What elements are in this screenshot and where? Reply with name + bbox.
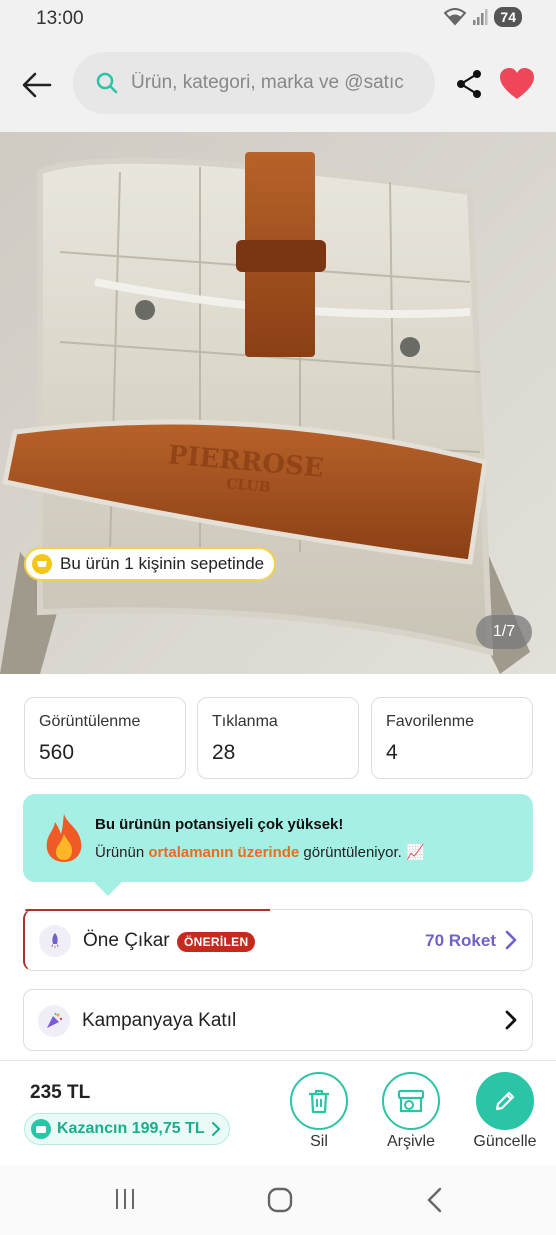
- campaign-icon: [38, 1005, 70, 1037]
- feature-row-accent: [25, 909, 270, 911]
- trash-icon: [309, 1089, 329, 1114]
- wifi-icon: [444, 8, 467, 26]
- search-placeholder: Ürün, kategori, marka ve @satıc: [131, 72, 404, 93]
- chevron-right-icon: [505, 930, 517, 950]
- recents-icon[interactable]: [113, 1187, 137, 1211]
- battery-indicator: 74: [494, 7, 522, 27]
- product-image[interactable]: PIERROSE CLUB Bu ürün 1 kişinin sepetind…: [0, 132, 556, 674]
- feature-product-row[interactable]: Öne Çıkar ÖNERİLEN 70 Roket: [23, 909, 533, 971]
- earnings-pill[interactable]: Kazancın 199,75 TL: [24, 1113, 230, 1145]
- banner-pointer: [92, 880, 124, 896]
- image-page-counter: 1/7: [476, 615, 532, 649]
- top-bar: Ürün, kategori, marka ve @satıc: [0, 38, 556, 132]
- potential-text-before: Ürünün: [95, 844, 149, 861]
- wallet-icon: [31, 1119, 51, 1139]
- delete-label: Sil: [310, 1133, 328, 1150]
- archive-icon: [397, 1089, 425, 1113]
- stat-value: 28: [212, 741, 236, 764]
- back-arrow-icon[interactable]: [20, 68, 54, 102]
- stat-card-clicks: Tıklanma 28: [197, 697, 359, 779]
- potential-banner: Bu ürünün potansiyeli çok yüksek! Ürünün…: [23, 794, 533, 882]
- recommended-badge: ÖNERİLEN: [177, 932, 256, 952]
- search-input[interactable]: Ürün, kategori, marka ve @satıc: [73, 52, 435, 114]
- fire-icon: [46, 814, 82, 862]
- potential-text: Ürünün ortalamanın üzerinde görüntüleniy…: [95, 843, 425, 861]
- stat-label: Favorilenme: [386, 713, 475, 730]
- potential-title: Bu ürünün potansiyeli çok yüksek!: [95, 816, 344, 833]
- roket-price: 70 Roket: [425, 931, 496, 950]
- signal-icon: [473, 9, 488, 25]
- status-time: 13:00: [36, 8, 84, 29]
- stat-label: Görüntülenme: [39, 713, 141, 730]
- update-button[interactable]: [476, 1072, 534, 1130]
- status-icons: 74: [444, 7, 522, 27]
- rocket-icon: [39, 925, 71, 957]
- potential-text-after: görüntüleniyor. 📈: [299, 844, 425, 861]
- system-nav-bar: [0, 1165, 556, 1235]
- home-icon[interactable]: [267, 1187, 293, 1213]
- stat-label: Tıklanma: [212, 713, 278, 730]
- campaign-row-label: Kampanyaya Katıl: [82, 1010, 237, 1031]
- potential-highlight: ortalamanın üzerinde: [148, 844, 300, 861]
- search-icon: [96, 72, 118, 94]
- basket-icon: [32, 554, 52, 574]
- update-label: Güncelle: [473, 1133, 537, 1150]
- archive-button[interactable]: [382, 1072, 440, 1130]
- basket-badge: Bu ürün 1 kişinin sepetinde: [24, 547, 277, 581]
- archive-label: Arşivle: [386, 1133, 435, 1150]
- earnings-text: Kazancın 199,75 TL: [57, 1120, 205, 1137]
- bottom-divider: [0, 1060, 556, 1061]
- chevron-right-icon: [211, 1122, 221, 1136]
- stat-value: 560: [39, 741, 75, 764]
- share-icon[interactable]: [455, 68, 483, 100]
- stat-value: 4: [386, 741, 398, 764]
- delete-button[interactable]: [290, 1072, 348, 1130]
- basket-badge-text: Bu ürün 1 kişinin sepetinde: [60, 554, 265, 573]
- product-photo: PIERROSE CLUB: [0, 132, 556, 674]
- feature-row-label: Öne Çıkar: [83, 930, 170, 951]
- product-price: 235 TL: [30, 1082, 91, 1103]
- stat-card-views: Görüntülenme 560: [24, 697, 186, 779]
- join-campaign-row[interactable]: Kampanyaya Katıl: [23, 989, 533, 1051]
- status-bar: 13:00 74: [0, 0, 556, 38]
- favorite-heart-icon[interactable]: [499, 67, 535, 101]
- pencil-icon: [495, 1091, 515, 1111]
- chevron-right-icon: [505, 1010, 517, 1030]
- nav-back-icon[interactable]: [425, 1187, 445, 1213]
- stat-card-favorites: Favorilenme 4: [371, 697, 533, 779]
